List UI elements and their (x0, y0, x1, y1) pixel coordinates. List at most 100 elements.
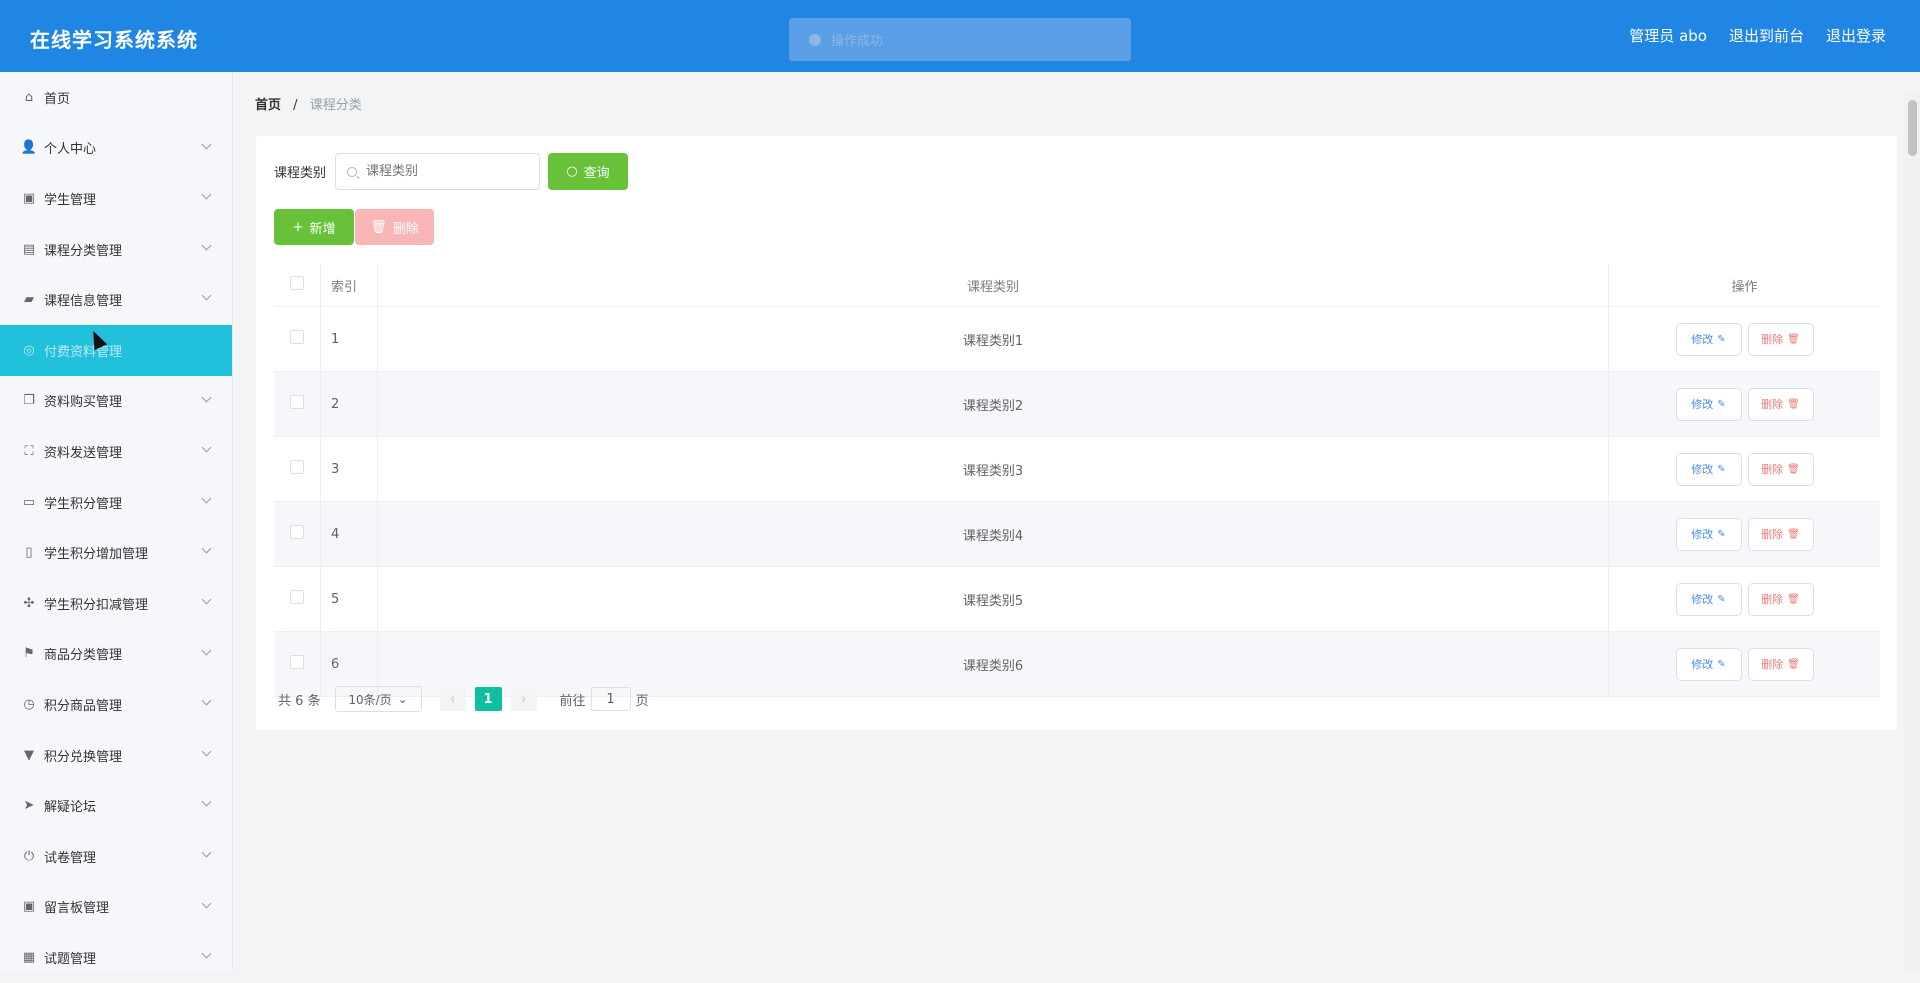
brush-icon: ▼ (24, 747, 34, 763)
breadcrumb: 首页 / 课程分类 (255, 94, 362, 113)
chevron-down-icon (201, 290, 212, 301)
row-checkbox[interactable] (290, 330, 304, 344)
trash-icon: 🗑 (1787, 658, 1800, 670)
clipboard-check-icon: ▣ (22, 899, 36, 915)
edit-label: 修改 (1691, 333, 1714, 346)
sidebar-item-label: 商品分类管理 (44, 648, 123, 664)
next-page-button[interactable]: › (510, 687, 537, 711)
sidebar-item[interactable]: ▰ 课程信息管理 (0, 274, 232, 325)
sidebar-item[interactable]: ⚑ 商品分类管理 (0, 629, 232, 680)
query-button[interactable]: ○ 查询 (548, 153, 628, 190)
row-checkbox[interactable] (290, 655, 304, 669)
category-header: 课程类别 (377, 264, 1609, 307)
sidebar-item[interactable]: ◎ 付费资料管理 (0, 324, 232, 376)
row-checkbox[interactable] (290, 460, 304, 474)
current-page-button[interactable]: 1 (474, 687, 502, 711)
sidebar-item[interactable]: ➤ 解疑论坛 (0, 780, 232, 831)
delete-label: 删除 (1761, 333, 1784, 346)
home-icon: ⌂ (24, 89, 34, 105)
chevron-down-icon (201, 695, 212, 706)
trash-icon: 🗑 (1787, 333, 1800, 345)
fullscreen-icon: ⛶ (24, 443, 34, 459)
sidebar-item[interactable]: ▯ 学生积分增加管理 (0, 527, 232, 578)
delete-button[interactable]: 删除 🗑 (1747, 322, 1814, 356)
sidebar: ⌂ 首页 👤 个人中心 ▣ 学生管理 ▤ 课程分类管理 ▰ 课程信息管理 ◎ 付费资料管理 ❐ 资料购买管… (0, 72, 233, 970)
edit-button[interactable]: 修改 ✎ (1675, 517, 1742, 551)
search-label: 课程类别 (274, 166, 327, 181)
pagination: 共 6 条 10条/页 ⌄ ‹ 1 › 前往 1 页 (278, 686, 649, 712)
sidebar-item[interactable]: ▤ 课程分类管理 (0, 224, 232, 275)
row-checkbox[interactable] (290, 590, 304, 604)
trash-icon: 🗑 (1787, 593, 1800, 605)
search-icon (347, 166, 357, 177)
back-front-link[interactable]: 退出到前台 (1729, 25, 1804, 46)
chevron-down-icon (201, 796, 212, 807)
sidebar-item-label: 学生积分管理 (44, 496, 123, 512)
row-checkbox[interactable] (290, 395, 304, 409)
chevron-down-icon (201, 898, 212, 908)
folder-icon: ▰ (24, 292, 34, 308)
row-checkbox[interactable] (290, 525, 304, 539)
clipboard-icon: ▣ (22, 190, 36, 206)
search-field[interactable] (335, 153, 540, 190)
logout-link[interactable]: 退出登录 (1826, 25, 1886, 46)
sidebar-item-label: 个人中心 (44, 142, 97, 158)
sidebar-item[interactable]: 👤 个人中心 (0, 123, 232, 174)
chevron-down-icon (201, 645, 212, 655)
sidebar-item-label: 付费资料管理 (44, 344, 123, 360)
table-row: 4 课程类别4 修改 ✎ 删除 🗑 (274, 501, 1880, 567)
edit-icon: ✎ (1717, 658, 1726, 670)
edit-label: 修改 (1691, 593, 1714, 606)
page-size-value: 10条/页 (348, 692, 392, 707)
page-scrollbar[interactable] (1904, 92, 1920, 970)
edit-button[interactable]: 修改 ✎ (1675, 452, 1742, 486)
edit-label: 修改 (1691, 398, 1714, 411)
edit-button[interactable]: 修改 ✎ (1675, 387, 1742, 421)
sidebar-item-label: 积分商品管理 (44, 698, 123, 714)
delete-button[interactable]: 删除 🗑 (1747, 647, 1814, 681)
chevron-down-icon: ⌄ (397, 692, 408, 706)
sidebar-item-label: 资料发送管理 (44, 445, 123, 461)
goto-page-input[interactable]: 1 (590, 687, 631, 711)
page-scroll-thumb[interactable] (1908, 100, 1917, 156)
sidebar-item[interactable]: ▦ 试题管理 (0, 932, 232, 983)
bulk-delete-button[interactable]: 🗑 删除 (355, 209, 434, 245)
delete-label: 删除 (1761, 398, 1784, 411)
sidebar-item[interactable]: ▣ 留言板管理 (0, 882, 232, 933)
breadcrumb-separator: / (293, 98, 298, 113)
edit-button[interactable]: 修改 ✎ (1675, 322, 1742, 356)
add-button[interactable]: + 新增 (274, 209, 354, 245)
breadcrumb-home[interactable]: 首页 (255, 98, 281, 113)
chevron-down-icon (201, 847, 212, 858)
add-button-label: 新增 (309, 221, 336, 237)
sidebar-item-label: 解疑论坛 (44, 800, 97, 816)
success-toast: 操作成功 (789, 18, 1131, 61)
sidebar-item[interactable]: ⌂ 首页 (0, 72, 232, 123)
delete-button[interactable]: 删除 🗑 (1747, 517, 1814, 551)
sidebar-item[interactable]: ◷ 积分商品管理 (0, 679, 232, 730)
edit-icon: ✎ (1717, 593, 1726, 605)
sidebar-item[interactable]: ▭ 学生积分管理 (0, 477, 232, 528)
breadcrumb-current: 课程分类 (309, 98, 362, 113)
delete-button[interactable]: 删除 🗑 (1747, 387, 1814, 421)
select-all-checkbox[interactable] (290, 276, 304, 290)
sidebar-item[interactable]: ⏻ 试卷管理 (0, 831, 232, 882)
sidebar-item[interactable]: ▣ 学生管理 (0, 173, 232, 224)
row-actions: 修改 ✎ 删除 🗑 (1608, 631, 1880, 697)
search-icon: ○ (566, 164, 578, 179)
page-size-select[interactable]: 10条/页 ⌄ (334, 686, 422, 712)
success-icon (809, 33, 821, 46)
sidebar-item[interactable]: ▼ 积分兑换管理 (0, 730, 232, 781)
edit-button[interactable]: 修改 ✎ (1675, 647, 1742, 681)
delete-button[interactable]: 删除 🗑 (1747, 452, 1814, 486)
delete-button[interactable]: 删除 🗑 (1747, 582, 1814, 616)
sidebar-item-label: 积分兑换管理 (44, 749, 123, 765)
sidebar-item[interactable]: ⛶ 资料发送管理 (0, 426, 232, 477)
search-input[interactable] (364, 163, 508, 180)
sidebar-item[interactable]: ❐ 资料购买管理 (0, 376, 232, 427)
sidebar-item[interactable]: ✣ 学生积分扣减管理 (0, 578, 232, 629)
edit-button[interactable]: 修改 ✎ (1675, 582, 1742, 616)
chevron-down-icon (201, 189, 212, 200)
row-checkbox-cell (274, 566, 321, 632)
prev-page-button[interactable]: ‹ (439, 687, 466, 711)
